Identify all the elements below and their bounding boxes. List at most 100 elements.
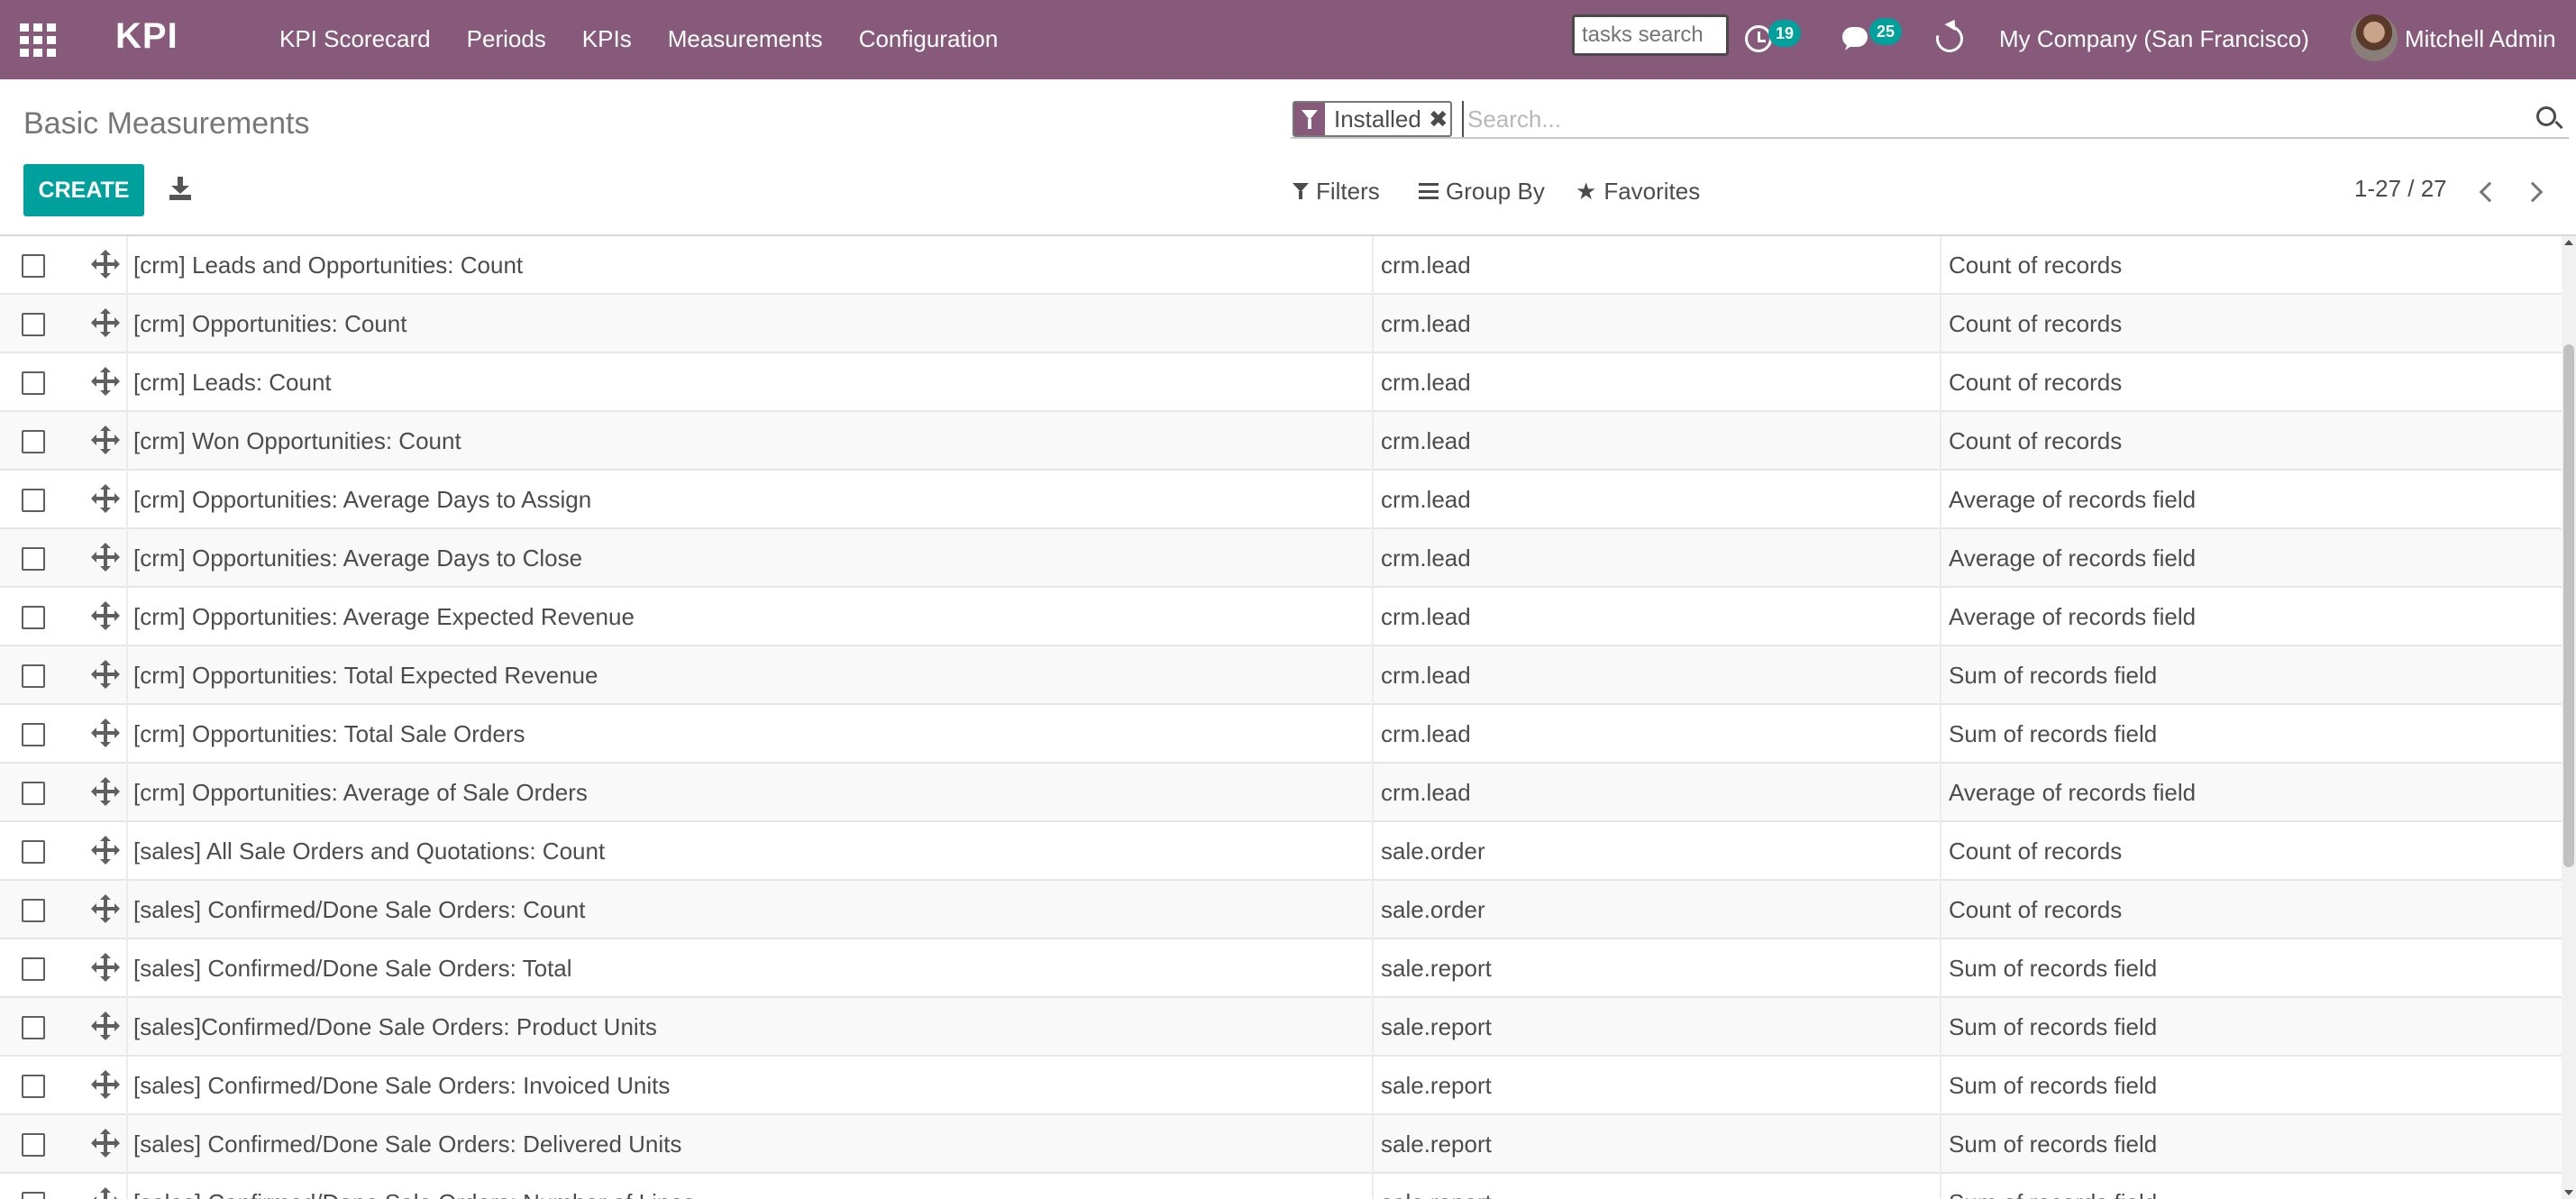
- row-checkbox[interactable]: [22, 957, 45, 981]
- row-checkbox[interactable]: [22, 430, 45, 453]
- scroll-down-arrow-icon[interactable]: [2564, 1190, 2573, 1195]
- model-cell[interactable]: sale.order: [1381, 837, 1485, 865]
- row-checkbox[interactable]: [22, 254, 45, 278]
- measure-type-cell[interactable]: Sum of records field: [1949, 662, 2157, 690]
- measure-type-cell[interactable]: Sum of records field: [1949, 720, 2157, 748]
- apps-menu-icon[interactable]: [20, 23, 56, 57]
- measurement-name-cell[interactable]: [sales] Confirmed/Done Sale Orders: Numb…: [133, 1189, 695, 1199]
- table-row[interactable]: [crm] Opportunities: Average Days to Ass…: [0, 471, 2562, 529]
- table-row[interactable]: [sales] Confirmed/Done Sale Orders: Coun…: [0, 881, 2562, 939]
- measurement-name-cell[interactable]: [crm] Leads: Count: [133, 369, 332, 397]
- measure-type-cell[interactable]: Count of records: [1949, 896, 2122, 924]
- measurement-name-cell[interactable]: [crm] Opportunities: Average Days to Clo…: [133, 545, 582, 572]
- model-cell[interactable]: crm.lead: [1381, 310, 1471, 338]
- table-row[interactable]: [crm] Opportunities: Count crm.lead Count …: [0, 295, 2562, 353]
- model-cell[interactable]: sale.order: [1381, 896, 1485, 924]
- drag-handle-icon[interactable]: [91, 484, 120, 513]
- measure-type-cell[interactable]: Average of records field: [1949, 779, 2196, 807]
- menu-item-periods[interactable]: Periods: [467, 25, 546, 53]
- drag-handle-icon[interactable]: [91, 660, 120, 689]
- measure-type-cell[interactable]: Count of records: [1949, 310, 2122, 338]
- measure-type-cell[interactable]: Average of records field: [1949, 545, 2196, 572]
- scrollbar-thumb[interactable]: [2563, 344, 2574, 867]
- measure-type-cell[interactable]: Sum of records field: [1949, 955, 2157, 983]
- list-scrollbar[interactable]: [2562, 236, 2576, 1199]
- table-row[interactable]: [sales] Confirmed/Done Sale Orders: Invo…: [0, 1057, 2562, 1115]
- model-cell[interactable]: sale.report: [1381, 1013, 1492, 1041]
- measure-type-cell[interactable]: Sum of records field: [1949, 1072, 2157, 1100]
- facet-remove-icon[interactable]: ✖: [1429, 103, 1450, 135]
- row-checkbox[interactable]: [22, 1075, 45, 1098]
- model-cell[interactable]: crm.lead: [1381, 369, 1471, 397]
- row-checkbox[interactable]: [22, 313, 45, 336]
- scroll-up-arrow-icon[interactable]: [2564, 240, 2573, 245]
- table-row[interactable]: [sales] Confirmed/Done Sale Orders: Deli…: [0, 1115, 2562, 1174]
- model-cell[interactable]: crm.lead: [1381, 486, 1471, 514]
- user-menu[interactable]: Mitchell Admin: [2405, 25, 2556, 53]
- drag-handle-icon[interactable]: [91, 953, 120, 982]
- model-cell[interactable]: crm.lead: [1381, 779, 1471, 807]
- drag-handle-icon[interactable]: [91, 1011, 120, 1040]
- filters-dropdown[interactable]: Filters: [1293, 175, 1380, 207]
- pager-previous-icon[interactable]: [2473, 178, 2498, 204]
- table-row[interactable]: [sales] All Sale Orders and Quotations: …: [0, 822, 2562, 881]
- measurement-name-cell[interactable]: [sales] Confirmed/Done Sale Orders: Invo…: [133, 1072, 670, 1100]
- measurement-name-cell[interactable]: [crm] Opportunities: Total Expected Reve…: [133, 662, 598, 690]
- search-input[interactable]: [1462, 101, 2507, 137]
- row-checkbox[interactable]: [22, 1192, 45, 1199]
- model-cell[interactable]: crm.lead: [1381, 427, 1471, 455]
- drag-handle-icon[interactable]: [91, 1187, 120, 1199]
- row-checkbox[interactable]: [22, 664, 45, 688]
- model-cell[interactable]: sale.report: [1381, 1189, 1492, 1199]
- tasks-search-input[interactable]: [1572, 14, 1729, 56]
- row-checkbox[interactable]: [22, 547, 45, 571]
- menu-item-configuration[interactable]: Configuration: [859, 25, 999, 53]
- measure-type-cell[interactable]: Sum of records field: [1949, 1189, 2157, 1199]
- app-brand[interactable]: KPI: [115, 16, 178, 57]
- drag-handle-icon[interactable]: [91, 777, 120, 806]
- search-facet-installed[interactable]: Installed ✖: [1293, 101, 1452, 137]
- model-cell[interactable]: sale.report: [1381, 1072, 1492, 1100]
- table-row[interactable]: [sales] Confirmed/Done Sale Orders: Numb…: [0, 1174, 2562, 1199]
- model-cell[interactable]: crm.lead: [1381, 603, 1471, 631]
- table-row[interactable]: [crm] Opportunities: Total Sale Orders cr…: [0, 705, 2562, 764]
- download-icon[interactable]: [169, 177, 191, 200]
- measurement-name-cell[interactable]: [crm] Leads and Opportunities: Count: [133, 252, 523, 279]
- drag-handle-icon[interactable]: [91, 1070, 120, 1099]
- drag-handle-icon[interactable]: [91, 836, 120, 865]
- table-row[interactable]: [sales]Confirmed/Done Sale Orders: Produ…: [0, 998, 2562, 1057]
- drag-handle-icon[interactable]: [91, 250, 120, 279]
- measurement-name-cell[interactable]: [crm] Opportunities: Total Sale Orders: [133, 720, 525, 748]
- pager-next-icon[interactable]: [2522, 178, 2547, 204]
- measurement-name-cell[interactable]: [sales]Confirmed/Done Sale Orders: Produ…: [133, 1013, 657, 1041]
- row-checkbox[interactable]: [22, 1016, 45, 1039]
- pager-value[interactable]: 1-27 / 27: [2354, 175, 2447, 203]
- measure-type-cell[interactable]: Count of records: [1949, 427, 2122, 455]
- table-row[interactable]: [crm] Leads and Opportunities: Count crm.…: [0, 236, 2562, 295]
- row-checkbox[interactable]: [22, 1133, 45, 1157]
- group-by-dropdown[interactable]: Group By: [1419, 175, 1545, 207]
- measure-type-cell[interactable]: Average of records field: [1949, 486, 2196, 514]
- drag-handle-icon[interactable]: [91, 1129, 120, 1158]
- company-switcher[interactable]: My Company (San Francisco): [1999, 25, 2309, 53]
- drag-handle-icon[interactable]: [91, 718, 120, 747]
- model-cell[interactable]: crm.lead: [1381, 252, 1471, 279]
- drag-handle-icon[interactable]: [91, 894, 120, 923]
- measure-type-cell[interactable]: Average of records field: [1949, 603, 2196, 631]
- measure-type-cell[interactable]: Count of records: [1949, 837, 2122, 865]
- measure-type-cell[interactable]: Count of records: [1949, 369, 2122, 397]
- measure-type-cell[interactable]: Sum of records field: [1949, 1130, 2157, 1158]
- row-checkbox[interactable]: [22, 723, 45, 746]
- menu-item-kpis[interactable]: KPIs: [582, 25, 632, 53]
- table-row[interactable]: [crm] Opportunities: Average of Sale Ord…: [0, 764, 2562, 822]
- table-row[interactable]: [crm] Leads: Count crm.lead Count of recor…: [0, 353, 2562, 412]
- row-checkbox[interactable]: [22, 371, 45, 395]
- drag-handle-icon[interactable]: [91, 543, 120, 572]
- refresh-icon[interactable]: [1931, 20, 1969, 58]
- drag-handle-icon[interactable]: [91, 367, 120, 396]
- model-cell[interactable]: crm.lead: [1381, 720, 1471, 748]
- table-row[interactable]: [crm] Opportunities: Average Days to Clo…: [0, 529, 2562, 588]
- row-checkbox[interactable]: [22, 782, 45, 805]
- measurement-name-cell[interactable]: [sales] Confirmed/Done Sale Orders: Coun…: [133, 896, 585, 924]
- measurement-name-cell[interactable]: [sales] Confirmed/Done Sale Orders: Tota…: [133, 955, 572, 983]
